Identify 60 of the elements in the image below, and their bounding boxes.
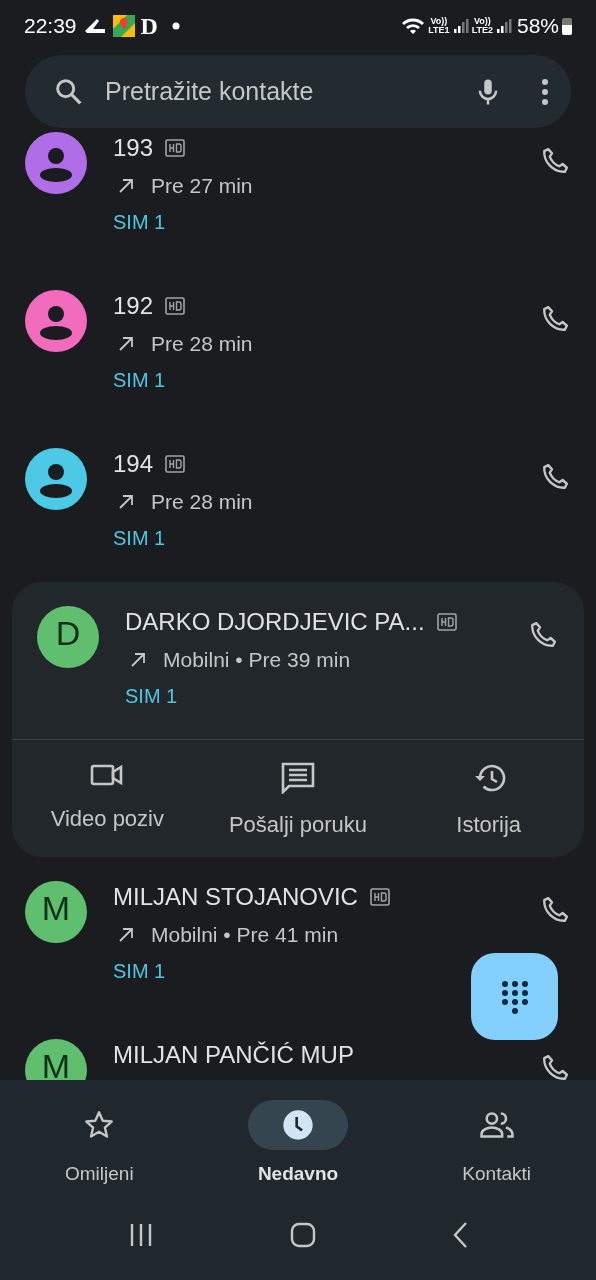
sim-label: SIM 1 — [125, 684, 179, 709]
signal-icon — [495, 18, 512, 34]
volte-indicator: Vo)) LTE2 — [471, 17, 493, 35]
phone-icon[interactable] — [540, 304, 570, 334]
signal-icon — [452, 18, 469, 34]
battery-percentage: 58% — [516, 13, 559, 40]
star-icon — [83, 1109, 116, 1141]
clock-time: 22:39 — [24, 13, 77, 40]
search-input: Pretražite kontakte — [105, 72, 473, 111]
outgoing-call-icon — [117, 926, 135, 944]
call-details: Pre 28 min — [151, 331, 253, 358]
phone-icon[interactable] — [528, 620, 558, 650]
contact-name: 194 — [113, 449, 154, 479]
phone-icon[interactable] — [540, 146, 570, 176]
sim-label: SIM 1 — [113, 959, 167, 984]
outgoing-call-icon — [117, 335, 135, 353]
call-details: Mobilni • Pre 41 min — [151, 922, 339, 949]
nav-tab[interactable]: Omiljeni — [0, 1100, 199, 1210]
video-camera-icon — [90, 762, 125, 788]
home-icon[interactable] — [290, 1222, 316, 1248]
call-action-button[interactable]: Pošalji poruku — [202, 740, 394, 857]
call-details: Pre 27 min — [151, 173, 253, 200]
sim-label: SIM 1 — [113, 368, 167, 393]
outgoing-call-icon — [117, 177, 135, 195]
clock-icon — [282, 1109, 314, 1141]
contact-avatar: M — [25, 881, 87, 943]
sim-label: SIM 1 — [113, 210, 167, 235]
people-icon — [478, 1109, 515, 1141]
call-details: Mobilni • Pre 39 min — [163, 647, 351, 674]
outgoing-call-icon — [117, 493, 135, 511]
contact-name: MILJAN STOJANOVIC — [113, 882, 358, 912]
search-field[interactable]: Pretražite kontakte — [25, 55, 571, 128]
message-icon — [281, 762, 315, 794]
battery-icon — [562, 17, 572, 35]
contact-name: MILJAN PANČIĆ MUP — [113, 1040, 354, 1070]
phone-icon[interactable] — [540, 462, 570, 492]
contact-name: DARKO DJORDJEVIC PA... — [125, 607, 425, 637]
phone-icon[interactable] — [540, 895, 570, 925]
app-logo: D — [140, 14, 158, 38]
outgoing-call-icon — [129, 651, 147, 669]
dialpad-icon — [500, 979, 529, 1014]
volte-indicator: Vo)) LTE1 — [428, 17, 450, 35]
contact-name: 192 — [113, 291, 154, 321]
phone-icon[interactable] — [540, 1053, 570, 1080]
wifi-icon — [401, 16, 426, 36]
contact-avatar: D — [37, 606, 99, 668]
call-action-button[interactable]: Video poziv — [12, 740, 203, 857]
more-options-icon[interactable] — [541, 77, 549, 106]
contact-name: 193 — [113, 133, 154, 163]
call-details: Pre 28 min — [151, 489, 253, 516]
contact-avatar: M — [25, 1039, 87, 1080]
back-icon[interactable] — [452, 1221, 468, 1249]
nav-tab[interactable]: Kontakti — [397, 1100, 596, 1210]
notification-dot-icon — [171, 22, 180, 30]
dialpad-button[interactable] — [471, 953, 558, 1040]
sim-label: SIM 1 — [113, 526, 167, 551]
map-icon — [112, 15, 135, 37]
nav-tab[interactable]: Nedavno — [198, 1100, 398, 1210]
recent-apps-icon[interactable] — [128, 1222, 154, 1248]
call-action-button[interactable]: Istorija — [393, 740, 584, 857]
